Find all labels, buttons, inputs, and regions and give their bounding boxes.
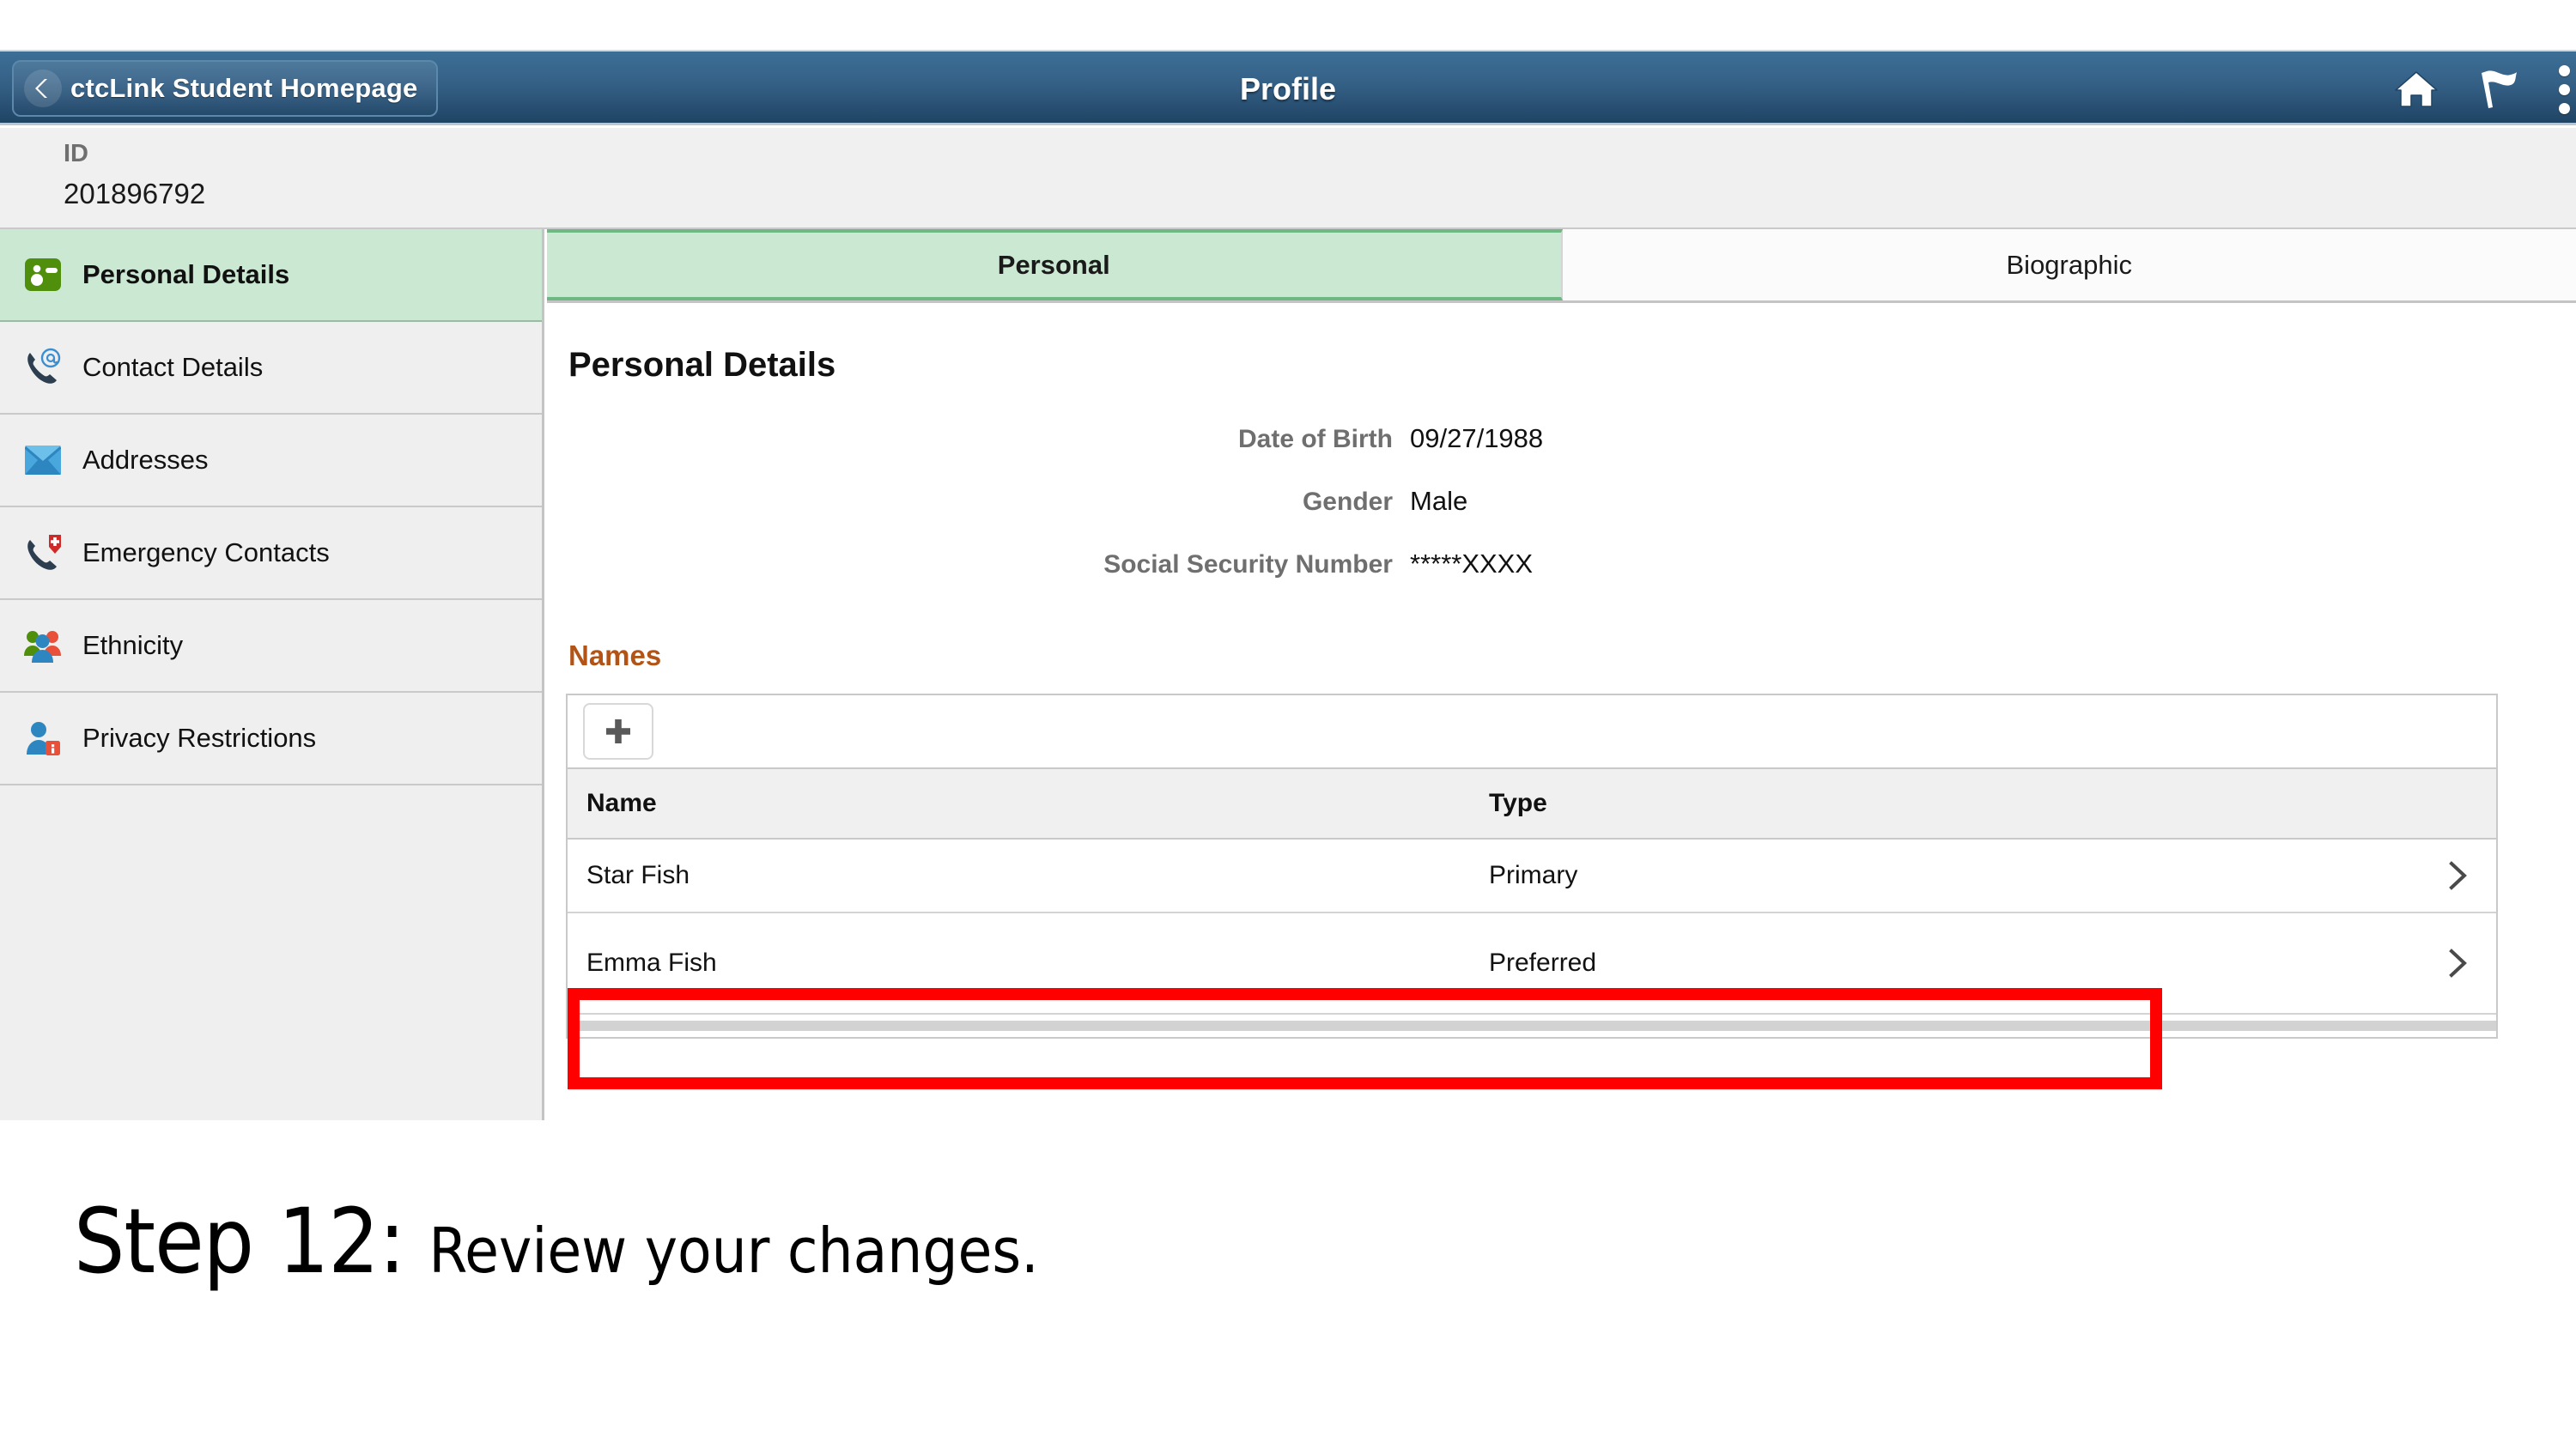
app-banner: ctcLink Student Homepage Profile — [0, 50, 2576, 125]
sidebar-item-label: Contact Details — [82, 352, 264, 382]
field-label: Gender — [1302, 488, 1393, 516]
field-value: 09/27/1988 — [1410, 423, 1544, 453]
row-type: Primary — [1489, 861, 1578, 889]
tab-personal[interactable]: Personal — [547, 229, 1563, 300]
id-label: ID — [64, 140, 88, 167]
names-grid: Name Type Star Fish Primary Emma Fish Pr… — [566, 694, 2498, 1039]
chevron-right-icon[interactable] — [2419, 861, 2496, 890]
back-to-homepage-button[interactable]: ctcLink Student Homepage — [12, 60, 439, 117]
field-label: Social Security Number — [1103, 550, 1393, 579]
id-subheader: ID 201896792 — [0, 128, 2576, 229]
more-options-icon[interactable] — [2540, 52, 2576, 127]
dot — [2559, 83, 2570, 95]
tab-label: Personal — [997, 249, 1110, 280]
step-description: Review your changes. — [428, 1215, 1039, 1287]
sidebar-item-label: Personal Details — [82, 259, 290, 289]
dot — [2559, 102, 2570, 114]
home-icon[interactable] — [2375, 52, 2458, 127]
back-button-label: ctcLink Student Homepage — [70, 73, 418, 103]
scrollbar-thumb[interactable] — [568, 1021, 2496, 1031]
column-header-type: Type — [1489, 789, 1547, 817]
field-gender: Gender Male — [547, 486, 2576, 549]
back-chevron-icon — [24, 70, 62, 107]
personal-details-fields: Date of Birth 09/27/1988 Gender Male Soc… — [547, 423, 2576, 611]
field-value: Male — [1410, 486, 1468, 516]
names-grid-header: Name Type — [568, 769, 2496, 840]
row-type: Preferred — [1489, 949, 1597, 977]
row-name: Star Fish — [586, 861, 690, 889]
section-title: Personal Details — [568, 346, 836, 384]
table-row[interactable]: Star Fish Primary — [568, 840, 2496, 913]
envelope-icon — [19, 436, 67, 484]
sidebar-item-contact-details[interactable]: Contact Details — [0, 322, 542, 415]
person-info-icon — [19, 714, 67, 762]
chevron-right-icon[interactable] — [2419, 949, 2496, 978]
sidebar-item-emergency-contacts[interactable]: Emergency Contacts — [0, 507, 542, 600]
step-caption: Step 12: Review your changes. — [74, 1189, 1039, 1294]
content-pane: Personal Biographic Personal Details Dat… — [547, 229, 2576, 1120]
field-date-of-birth: Date of Birth 09/27/1988 — [547, 423, 2576, 486]
table-row[interactable]: Emma Fish Preferred — [568, 913, 2496, 1015]
sidebar-item-privacy-restrictions[interactable]: Privacy Restrictions — [0, 693, 542, 785]
names-grid-toolbar — [568, 695, 2496, 769]
dot — [2559, 64, 2570, 76]
step-number: Step 12: — [74, 1189, 405, 1294]
banner-actions — [2375, 52, 2576, 127]
sidebar-navigation: Personal Details Contact Details Address… — [0, 229, 544, 1120]
sidebar-item-ethnicity[interactable]: Ethnicity — [0, 600, 542, 693]
sidebar-item-label: Privacy Restrictions — [82, 723, 317, 753]
plus-icon — [604, 717, 633, 746]
flag-icon[interactable] — [2458, 52, 2540, 127]
tabstrip: Personal Biographic — [547, 229, 2576, 303]
more-options-dots — [2559, 64, 2570, 114]
field-value: *****XXXX — [1410, 549, 1534, 579]
people-group-icon — [19, 621, 67, 670]
id-card-icon — [19, 251, 67, 299]
sidebar-item-personal-details[interactable]: Personal Details — [0, 229, 542, 322]
sidebar-item-addresses[interactable]: Addresses — [0, 415, 542, 507]
application-window: ctcLink Student Homepage Profile ID 2018… — [0, 0, 2576, 1120]
field-social-security-number: Social Security Number *****XXXX — [547, 549, 2576, 611]
personal-tab-panel: Personal Details Date of Birth 09/27/198… — [547, 303, 2576, 1120]
id-value: 201896792 — [64, 178, 206, 209]
column-header-name: Name — [586, 789, 657, 817]
add-name-button[interactable] — [583, 703, 653, 760]
sidebar-item-label: Emergency Contacts — [82, 537, 330, 567]
phone-medical-icon — [19, 529, 67, 577]
names-section-title: Names — [568, 640, 662, 671]
tab-biographic[interactable]: Biographic — [1562, 229, 2576, 300]
names-grid-horizontal-scrollbar[interactable] — [568, 1015, 2496, 1039]
phone-at-icon — [19, 343, 67, 391]
tab-label: Biographic — [2006, 249, 2132, 280]
sidebar-item-label: Ethnicity — [82, 630, 184, 660]
field-label: Date of Birth — [1238, 425, 1393, 453]
sidebar-item-label: Addresses — [82, 445, 209, 475]
row-name: Emma Fish — [586, 949, 717, 977]
